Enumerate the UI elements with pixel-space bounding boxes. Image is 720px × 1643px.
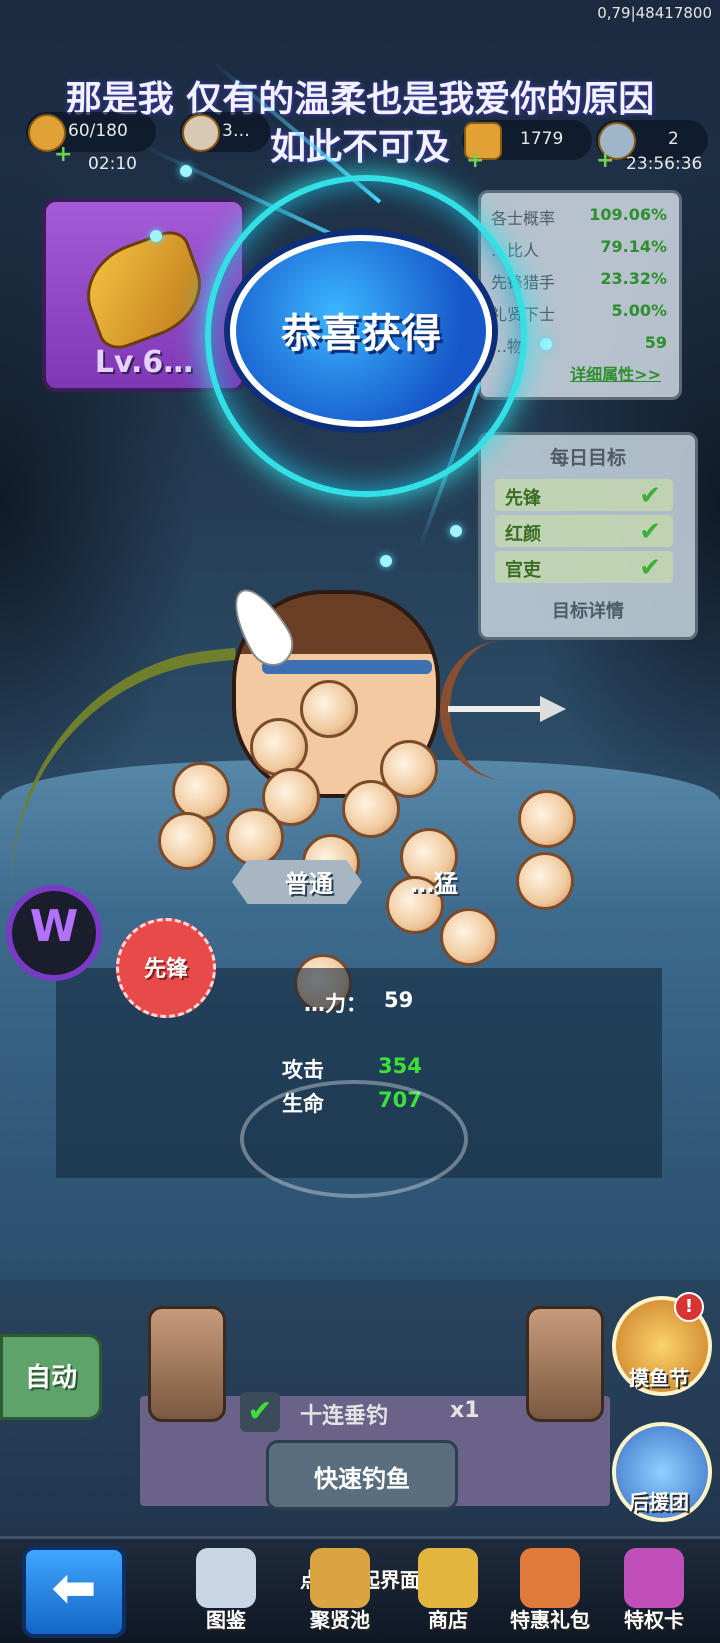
detailed-stats-link[interactable]: 详细属性>> [511, 361, 661, 385]
coin-icon [182, 114, 220, 152]
recruit-pool-icon[interactable] [310, 1548, 370, 1608]
resource-value: 1779 [520, 129, 564, 149]
resource-coin[interactable]: 3… [180, 112, 270, 152]
coin-icon [250, 718, 308, 776]
crossbow-weapon-icon [73, 225, 215, 355]
attack-value: 354 [378, 1054, 422, 1078]
support-group-label: 后援团 [629, 1490, 689, 1514]
resource-value: 3… [222, 121, 250, 141]
arrow-head-icon [540, 696, 566, 722]
hero-headband [262, 660, 432, 674]
w-assistant-button[interactable]: W [6, 885, 102, 981]
codex-icon[interactable] [196, 1548, 256, 1608]
fishing-festival-label: 摸鱼节 [629, 1366, 689, 1390]
barrel-right [526, 1306, 604, 1422]
shop-icon[interactable] [418, 1548, 478, 1608]
coin-icon [226, 808, 284, 866]
nav-privilege-card[interactable]: 特权卡 [604, 1604, 704, 1633]
sparkle [150, 230, 162, 242]
checkmark-icon: ✔ [639, 553, 661, 583]
resource-food[interactable]: 60/180 [26, 112, 156, 152]
sparkle [450, 525, 462, 537]
stat-row: 各士概率 109.06% [491, 201, 669, 229]
sparkle [380, 555, 392, 567]
nav-shop[interactable]: 商店 [398, 1604, 498, 1633]
fish-type-label: …猛 [410, 870, 458, 898]
goal-row: 红颜 ✔ [495, 515, 673, 547]
stat-value: 5.00% [611, 301, 667, 320]
auto-button[interactable]: 自动 [0, 1334, 102, 1420]
goal-label: 先锋 [505, 488, 541, 509]
goal-row: 官吏 ✔ [495, 551, 673, 583]
auto-label: 自动 [24, 1363, 77, 1393]
stat-value: 109.06% [589, 205, 667, 224]
checkmark-icon: ✔ [639, 481, 661, 511]
power-label: …力： [304, 992, 367, 1016]
plus-icon[interactable]: + [54, 142, 72, 167]
goal-row: 先锋 ✔ [495, 479, 673, 511]
daily-goals-title: 每日目标 [549, 447, 626, 469]
coin-icon [342, 780, 400, 838]
stat-value: 59 [644, 333, 667, 352]
plus-icon[interactable]: + [466, 148, 484, 173]
role-text: 先锋 [143, 957, 188, 982]
goal-details-button[interactable]: 目标详情 [481, 597, 695, 623]
alert-badge: ! [674, 1292, 704, 1322]
sparkle [180, 165, 192, 177]
gift-pack-icon[interactable] [520, 1548, 580, 1608]
checkbox-checked-icon[interactable]: ✔ [240, 1392, 280, 1432]
resource-value: 60/180 [68, 121, 128, 141]
fish-quality-label: 普通 [285, 870, 333, 898]
goal-label: 红颜 [505, 524, 541, 545]
ten-cast-toggle[interactable]: ✔ 十连垂钓 x1 [240, 1392, 490, 1434]
fast-fishing-label: 快速钓鱼 [314, 1465, 410, 1493]
back-arrow-icon: ⬅ [51, 1556, 97, 1619]
coin-icon [300, 680, 358, 738]
barrel-left [148, 1306, 226, 1422]
privilege-card-icon[interactable] [624, 1548, 684, 1608]
checkmark-icon: ✔ [639, 517, 661, 547]
ten-cast-multiplier: x1 [450, 1398, 480, 1423]
stat-value: 79.14% [600, 237, 667, 256]
resource-timer: 23:56:36 [626, 154, 703, 174]
w-logo-icon: W [29, 901, 79, 952]
stat-row: …比人 79.14% [491, 233, 669, 261]
nav-gift-pack[interactable]: 特惠礼包 [500, 1604, 600, 1633]
role-badge: 先锋 [116, 918, 216, 1018]
stat-name: 各士概率 [491, 209, 556, 228]
resource-value: 2 [668, 129, 679, 149]
goal-label: 官吏 [505, 560, 541, 581]
coin-icon [516, 852, 574, 910]
plus-icon[interactable]: + [596, 148, 614, 173]
quality-banner [232, 860, 502, 904]
power-value: 59 [384, 988, 414, 1012]
back-button[interactable]: ⬅ [22, 1546, 126, 1638]
stat-value: 23.32% [600, 269, 667, 288]
water-splash [240, 1080, 468, 1198]
coin-icon [172, 762, 230, 820]
fast-fishing-button[interactable]: 快速钓鱼 [266, 1440, 458, 1510]
attack-label: 攻击 [282, 1058, 324, 1082]
congrats-badge: 恭喜获得 [230, 235, 492, 427]
coin-icon [440, 908, 498, 966]
nav-recruit-pool[interactable]: 聚贤池 [290, 1604, 390, 1633]
version-label: 0,79|48417800 [597, 4, 712, 22]
coin-icon [518, 790, 576, 848]
resource-timer: 02:10 [88, 154, 137, 174]
coin-icon [158, 812, 216, 870]
ten-cast-label: 十连垂钓 [300, 1404, 389, 1429]
sparkle [540, 338, 552, 350]
daily-goals-panel: 每日目标 先锋 ✔ 红颜 ✔ 官吏 ✔ 目标详情 [478, 432, 698, 640]
congrats-text: 恭喜获得 [281, 311, 441, 357]
nav-codex[interactable]: 图鉴 [176, 1604, 276, 1633]
